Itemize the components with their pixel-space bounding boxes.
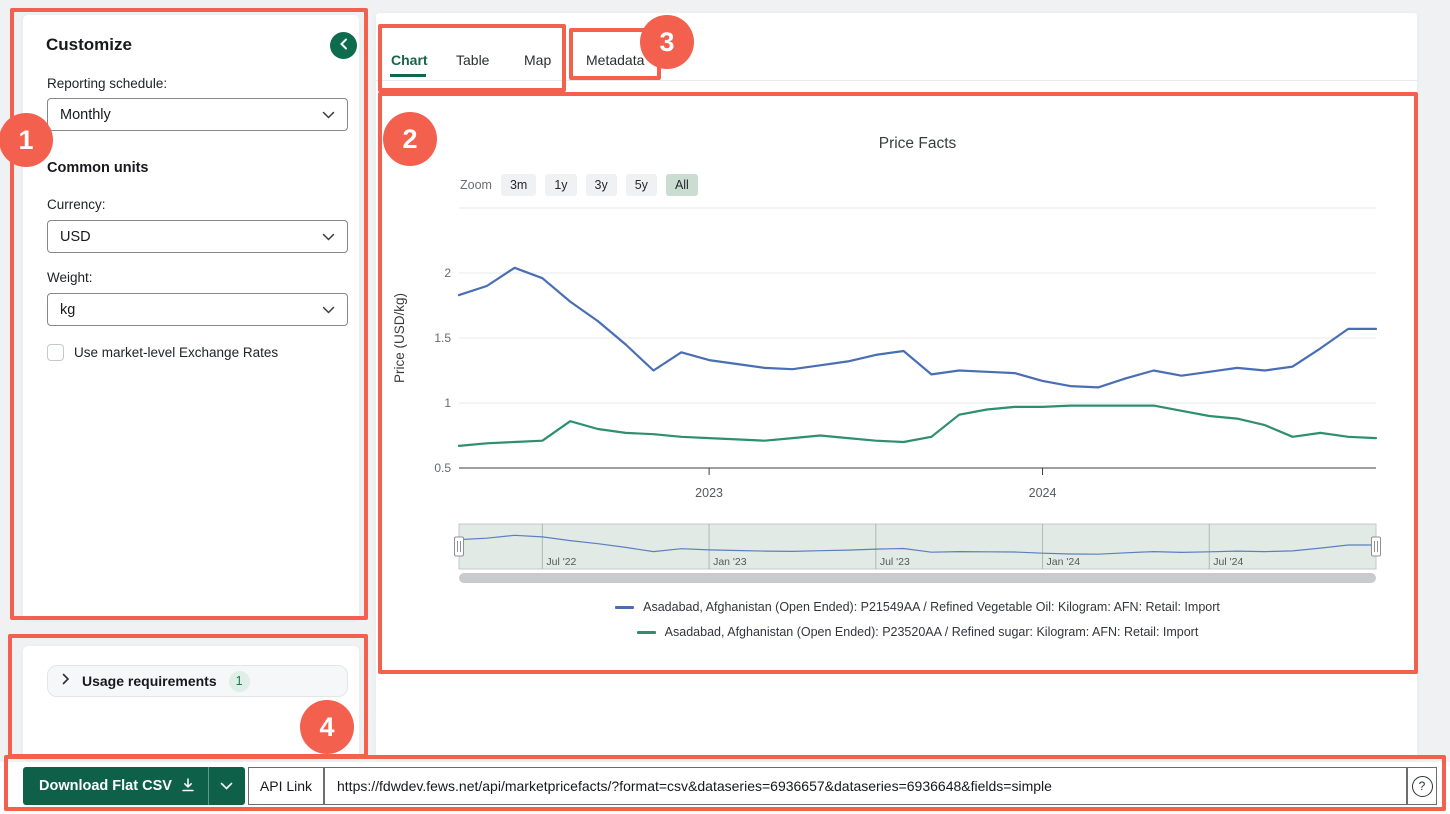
legend-label: Asadabad, Afghanistan (Open Ended): P235… [665,625,1199,639]
usage-requirements-accordion[interactable]: Usage requirements 1 [47,665,348,697]
svg-text:1.5: 1.5 [434,331,451,345]
exchange-rates-checkbox-label: Use market-level Exchange Rates [74,345,278,360]
chevron-down-icon [322,229,335,245]
weight-select[interactable]: kg [47,293,348,326]
common-units-title: Common units [47,160,149,176]
download-options-caret[interactable] [209,782,245,790]
svg-text:Jan '23: Jan '23 [713,556,747,568]
download-flat-csv-button[interactable]: Download Flat CSV [23,767,245,805]
currency-value: USD [60,229,91,245]
download-label: Download Flat CSV [39,778,172,794]
svg-text:2: 2 [444,266,451,280]
reporting-schedule-value: Monthly [60,107,111,123]
help-icon: ? [1412,776,1433,797]
svg-text:Price (USD/kg): Price (USD/kg) [392,293,407,383]
usage-requirements-panel: Usage requirements 1 [22,645,360,760]
svg-text:1: 1 [444,396,451,410]
api-url-input[interactable] [324,767,1407,805]
svg-text:0.5: 0.5 [434,461,451,475]
reporting-schedule-label: Reporting schedule: [47,76,167,91]
usage-requirements-count-badge: 1 [229,671,250,692]
chevron-down-icon [322,302,335,318]
chart-legend: Asadabad, Afghanistan (Open Ended): P215… [459,596,1376,643]
svg-text:Jan '24: Jan '24 [1047,556,1081,568]
bottom-bar: Download Flat CSV API Link ? [0,762,1450,814]
legend-item-refined-sugar[interactable]: Asadabad, Afghanistan (Open Ended): P235… [459,621,1376,643]
reporting-schedule-select[interactable]: Monthly [47,98,348,131]
weight-value: kg [60,302,75,318]
svg-text:Jul '23: Jul '23 [880,556,910,568]
collapse-sidebar-button[interactable] [330,32,357,59]
exchange-rates-checkbox-row[interactable]: Use market-level Exchange Rates [47,344,278,361]
chevron-down-icon [322,107,335,123]
api-link-label: API Link [248,767,324,805]
download-icon [181,778,195,795]
svg-text:2024: 2024 [1029,486,1057,500]
chevron-right-icon [62,672,70,690]
exchange-rates-checkbox[interactable] [47,344,64,361]
usage-requirements-label: Usage requirements [82,673,217,689]
currency-label: Currency: [47,197,106,212]
legend-item-vegetable-oil[interactable]: Asadabad, Afghanistan (Open Ended): P215… [459,596,1376,618]
svg-text:2023: 2023 [695,486,723,500]
customize-panel: Customize Reporting schedule: Monthly Co… [22,14,360,620]
page: Customize Reporting schedule: Monthly Co… [0,0,1450,814]
svg-text:Jul '24: Jul '24 [1213,556,1243,568]
chevron-left-icon [339,38,348,53]
legend-dash-blue [615,606,634,609]
legend-dash-green [637,631,656,634]
chart-panel: Chart Table Map Metadata Price Facts Zoo… [375,12,1418,760]
svg-text:Jul '22: Jul '22 [546,556,576,568]
legend-label: Asadabad, Afghanistan (Open Ended): P215… [643,600,1220,614]
currency-select[interactable]: USD [47,220,348,253]
customize-title: Customize [46,35,132,55]
weight-label: Weight: [47,270,93,285]
help-button[interactable]: ? [1407,767,1437,805]
